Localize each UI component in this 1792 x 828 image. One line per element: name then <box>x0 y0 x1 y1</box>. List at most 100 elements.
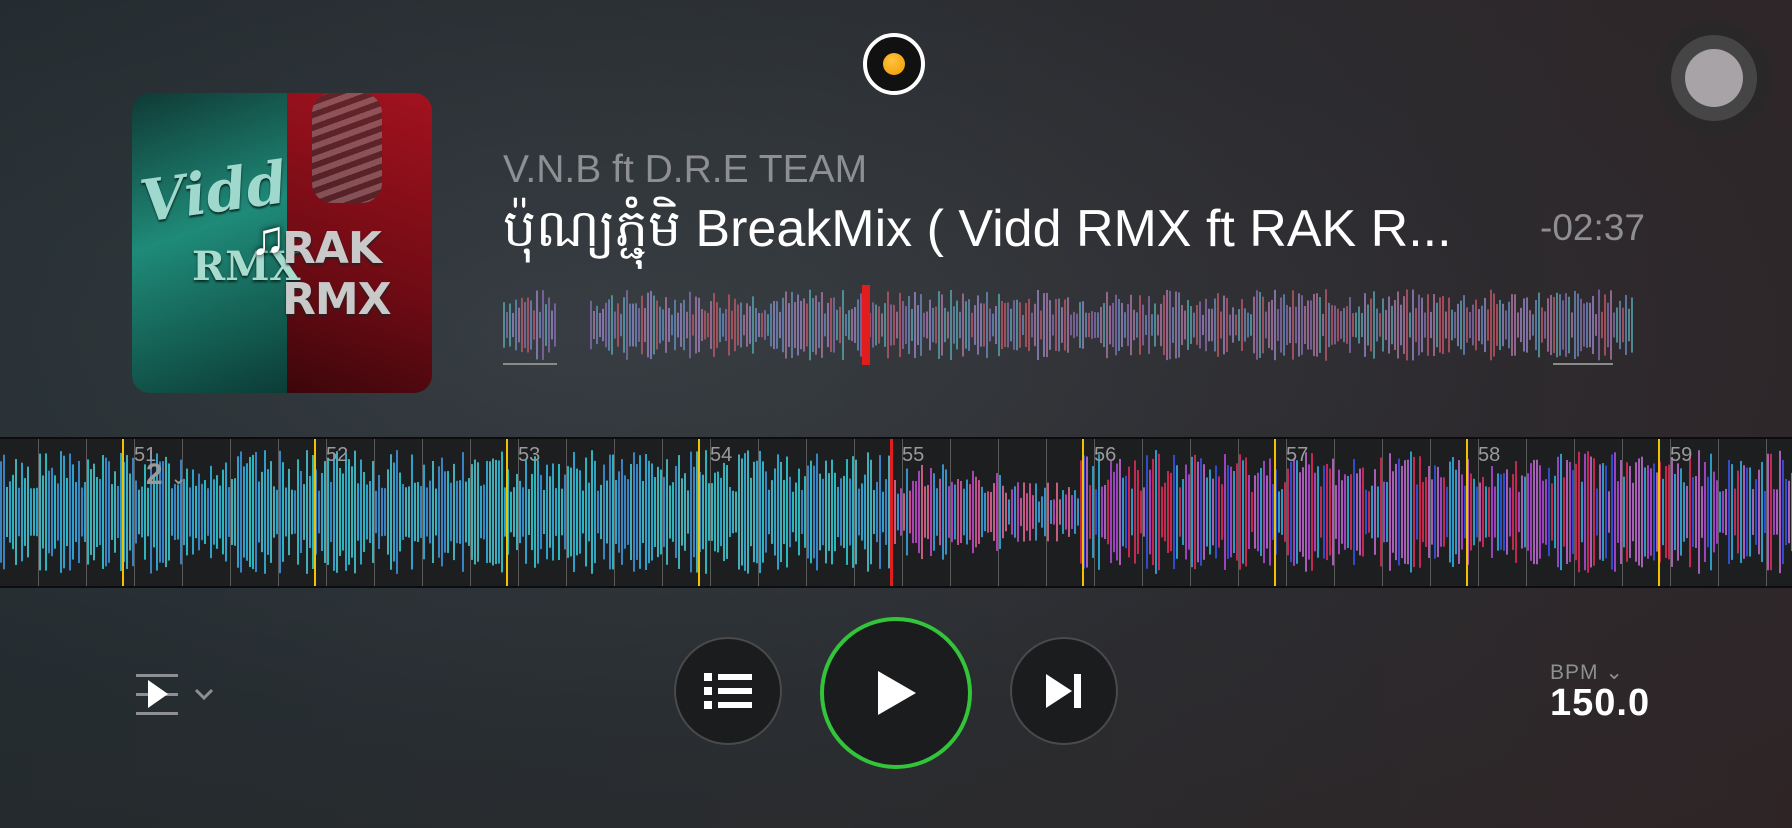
overview-wave-bar <box>980 303 982 347</box>
waveform-bar <box>942 464 944 560</box>
overview-wave-bar <box>1232 307 1234 343</box>
overview-wave-bar <box>1046 292 1048 358</box>
overview-wave-bar <box>977 295 979 355</box>
waveform-bar <box>1311 453 1313 571</box>
bar-marker <box>1658 439 1660 586</box>
waveform-bar <box>1026 493 1028 531</box>
overview-wave-bar <box>1277 309 1279 341</box>
waveform-bar <box>1506 469 1508 555</box>
beat-line <box>470 439 471 586</box>
waveform-bar <box>1140 490 1142 534</box>
overview-wave-bar <box>920 294 922 356</box>
waveform-bar <box>561 488 563 536</box>
overview-wave-bar <box>1475 299 1477 351</box>
tracklist-button[interactable] <box>674 637 782 745</box>
waveform-bar <box>33 488 35 536</box>
album-art[interactable]: Vidd RMX RAK RMX ♫ <box>132 93 432 393</box>
waveform-bar <box>60 451 62 573</box>
waveform-bar <box>1434 465 1436 559</box>
waveform-bar <box>405 487 407 537</box>
waveform-bar <box>711 483 713 541</box>
waveform-bar <box>1782 459 1784 565</box>
waveform-bar <box>1677 463 1679 561</box>
waveform-bar <box>594 460 596 564</box>
main-waveform[interactable]: 51 52 53 54 55 56 57 58 59 <box>0 439 1792 586</box>
waveform-bar <box>822 478 824 546</box>
waveform-bar <box>813 465 815 559</box>
waveform-bar <box>915 481 917 543</box>
skip-next-button[interactable] <box>1010 637 1118 745</box>
chevron-down-icon: ⌄ <box>1605 661 1624 684</box>
overview-wave-bar <box>1076 313 1078 337</box>
waveform-bar <box>1038 501 1040 523</box>
waveform-bar <box>630 463 632 561</box>
overview-wave-bar <box>713 293 715 357</box>
waveform-bar <box>1374 469 1376 555</box>
waveform-bar <box>1578 451 1580 573</box>
overview-wave-bar <box>1361 312 1363 338</box>
waveform-bar <box>960 480 962 544</box>
waveform-bar <box>1584 453 1586 571</box>
waveform-bar <box>138 489 140 535</box>
overview-wave-bar <box>1553 297 1555 353</box>
overview-wave-bar <box>842 290 844 360</box>
waveform-bar <box>957 478 959 546</box>
bpm-label: BPM <box>1550 661 1599 684</box>
overview-wave-bar <box>1253 296 1255 354</box>
overview-wave-bar <box>1037 290 1039 360</box>
waveform-bar <box>1680 468 1682 556</box>
overview-wave-bar <box>764 310 766 340</box>
overview-wave-bar <box>1607 302 1609 348</box>
waveform-bar <box>1359 468 1361 556</box>
overview-waveform[interactable] <box>503 285 1633 365</box>
waveform-bar <box>708 483 710 541</box>
overview-wave-bar <box>1196 305 1198 345</box>
waveform-bar <box>1737 470 1739 554</box>
beat-line <box>1382 439 1383 586</box>
waveform-bar <box>1572 470 1574 554</box>
overview-wave-bar <box>884 303 886 347</box>
waveform-bar <box>837 486 839 538</box>
waveform-bar <box>1752 489 1754 535</box>
overview-wave-bar <box>623 297 625 353</box>
overview-playhead[interactable] <box>862 285 870 365</box>
queue-mode-toggle[interactable] <box>134 670 214 720</box>
overview-wave-bar <box>833 297 835 353</box>
bar-marker <box>698 439 700 586</box>
waveform-bar <box>1779 450 1781 574</box>
waveform-bar <box>1266 475 1268 549</box>
overview-wave-bar <box>1313 293 1315 357</box>
overview-wave-bar <box>1211 308 1213 342</box>
waveform-bar <box>450 482 452 542</box>
waveform-bar <box>189 487 191 537</box>
waveform-bar <box>1041 496 1043 528</box>
waveform-bar <box>693 466 695 558</box>
main-waveform-strip[interactable]: 51 52 53 54 55 56 57 58 59 <box>0 437 1792 588</box>
play-button[interactable] <box>820 617 972 769</box>
waveform-bar <box>912 480 914 544</box>
assistive-touch-button[interactable] <box>1656 20 1772 136</box>
waveform-bar <box>1542 480 1544 544</box>
waveform-bar <box>456 480 458 544</box>
waveform-bar <box>504 487 506 537</box>
waveform-bar <box>924 486 926 538</box>
waveform-bar <box>1005 492 1007 532</box>
record-button[interactable] <box>863 33 925 95</box>
overview-wave-bar <box>773 300 775 350</box>
overview-wave-bar <box>530 300 532 350</box>
loop-size-selector[interactable]: 2 ⌄ <box>146 458 186 492</box>
waveform-bar <box>1497 473 1499 551</box>
overview-wave-bar <box>1598 289 1600 361</box>
waveform-bar <box>330 481 332 543</box>
overview-wave-bar <box>824 313 826 337</box>
waveform-bar <box>357 483 359 541</box>
waveform-bar <box>666 459 668 565</box>
overview-wave-bar <box>1565 293 1567 357</box>
overview-wave-bar <box>929 299 931 351</box>
waveform-bar <box>1656 472 1658 552</box>
overview-wave-bar <box>881 313 883 337</box>
waveform-bar <box>1182 479 1184 545</box>
overview-wave-bar <box>1187 300 1189 350</box>
waveform-bar <box>1785 478 1787 546</box>
waveform-bar <box>759 450 761 574</box>
